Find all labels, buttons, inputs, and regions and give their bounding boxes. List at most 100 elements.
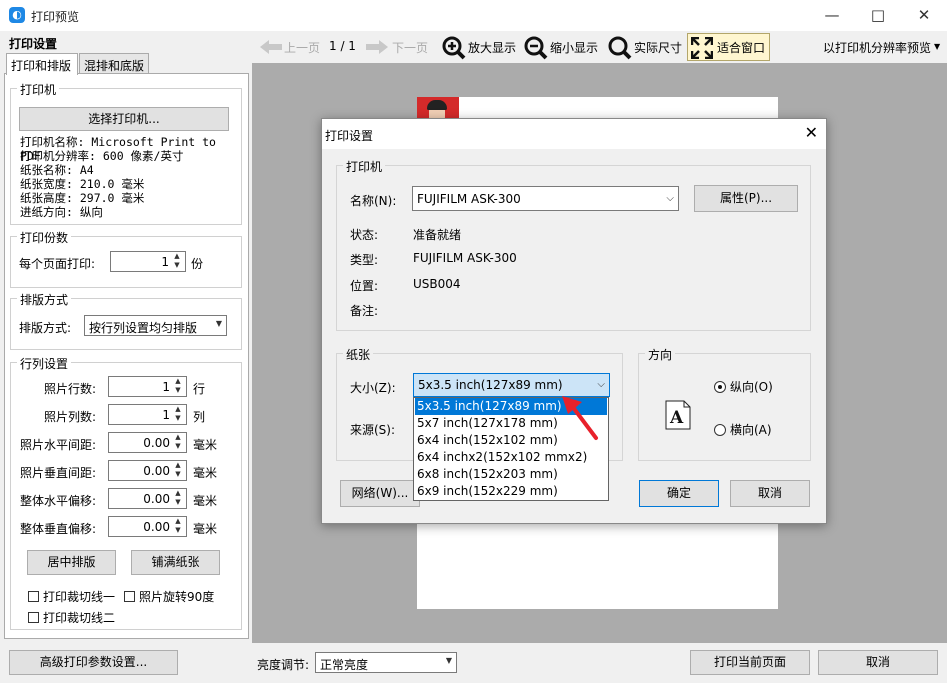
- tab-mix-base[interactable]: 混排和底版: [79, 53, 149, 74]
- next-page-button[interactable]: 下一页: [392, 39, 428, 56]
- title-bar: ◐ 打印预览 — □ ✕: [0, 0, 947, 31]
- printer-name-select[interactable]: FUJIFILM ASK-300 ⌵: [412, 186, 679, 211]
- spinner-arrows-icon[interactable]: ▲ ▼: [171, 252, 183, 270]
- chevron-down-icon: ⌵: [666, 193, 674, 204]
- dialog-cancel-button[interactable]: 取消: [730, 480, 810, 507]
- portrait-radio[interactable]: 纵向(O): [714, 378, 773, 395]
- brightness-label: 亮度调节:: [257, 658, 310, 672]
- arrow-right-icon[interactable]: [366, 40, 388, 54]
- select-printer-button[interactable]: 选择打印机...: [19, 107, 229, 131]
- source-label: 来源(S):: [350, 423, 396, 437]
- type-label: 类型:: [350, 253, 379, 267]
- paper-size-option[interactable]: 6x8 inch(152x203 mm): [415, 466, 607, 483]
- comment-label: 备注:: [350, 304, 379, 318]
- v-spacing-label: 照片垂直间距:: [20, 466, 97, 480]
- minimize-icon[interactable]: —: [809, 0, 855, 31]
- v-offset-spinner[interactable]: 0.00 ▲ ▼: [108, 516, 187, 537]
- layout-group-title: 排版方式: [17, 291, 72, 308]
- v-offset-label: 整体垂直偏移:: [20, 522, 97, 536]
- cancel-button[interactable]: 取消: [818, 650, 938, 675]
- feed-direction-line: 进纸方向: 纵向: [20, 205, 103, 219]
- brightness-value: 正常亮度: [320, 658, 369, 672]
- h-spacing-label: 照片水平间距:: [20, 438, 97, 452]
- close-icon[interactable]: ✕: [901, 0, 947, 31]
- ok-button[interactable]: 确定: [639, 480, 719, 507]
- page-indicator: 1 / 1: [329, 39, 356, 53]
- copies-group-title: 打印份数: [17, 229, 72, 246]
- printer-resolution-line: 打印机分辨率: 600 像素/英寸: [20, 149, 184, 163]
- landscape-label: 横向(A): [730, 423, 772, 437]
- spinner-arrows-icon[interactable]: ▲ ▼: [172, 461, 184, 479]
- v-spacing-value: 0.00: [143, 464, 170, 478]
- dialog-title: 打印设置: [325, 129, 374, 143]
- tab-print-layout[interactable]: 打印和排版: [6, 53, 78, 75]
- magnifier-icon[interactable]: [608, 36, 632, 60]
- layout-select[interactable]: 按行列设置均匀排版 ▼: [84, 315, 227, 336]
- network-button[interactable]: 网络(W)...: [340, 480, 420, 507]
- rotate-90-checkbox[interactable]: 照片旋转90度: [124, 588, 214, 605]
- rows-unit: 行: [193, 382, 206, 396]
- advanced-settings-button[interactable]: 高级打印参数设置...: [9, 650, 178, 675]
- copies-unit: 份: [191, 257, 204, 271]
- spinner-arrows-icon[interactable]: ▲ ▼: [172, 517, 184, 535]
- layout-group: 排版方式 排版方式: 按行列设置均匀排版 ▼: [10, 291, 242, 350]
- settings-panel: 打印设置 打印和排版 混排和底版 打印机 选择打印机... 打印机名称: Mic…: [0, 31, 252, 643]
- chevron-down-icon[interactable]: ▼: [934, 42, 940, 51]
- h-spacing-spinner[interactable]: 0.00 ▲ ▼: [108, 432, 187, 453]
- layout-label: 排版方式:: [19, 321, 72, 335]
- fit-window-icon: [691, 37, 713, 59]
- h-offset-unit: 毫米: [193, 494, 218, 508]
- close-icon[interactable]: ✕: [805, 123, 818, 142]
- spinner-arrows-icon[interactable]: ▲ ▼: [172, 433, 184, 451]
- brightness-select[interactable]: 正常亮度 ▼: [315, 652, 457, 673]
- printer-group-title: 打印机: [17, 81, 60, 98]
- paper-group-title: 纸张: [343, 346, 374, 363]
- radio-unchecked-icon: [714, 424, 726, 436]
- spinner-arrows-icon[interactable]: ▲ ▼: [172, 489, 184, 507]
- h-offset-spinner[interactable]: 0.00 ▲ ▼: [108, 488, 187, 509]
- h-spacing-value: 0.00: [143, 436, 170, 450]
- cols-value: 1: [162, 408, 170, 422]
- center-layout-button[interactable]: 居中排版: [27, 550, 116, 575]
- paper-size-option[interactable]: 6x9 inch(152x229 mm): [415, 483, 607, 500]
- zoom-in-button[interactable]: 放大显示: [468, 39, 516, 56]
- fill-paper-button[interactable]: 铺满纸张: [131, 550, 220, 575]
- rows-spinner[interactable]: 1 ▲ ▼: [108, 376, 187, 397]
- h-spacing-unit: 毫米: [193, 438, 218, 452]
- cut-line-2-checkbox[interactable]: 打印裁切线二: [28, 609, 115, 626]
- zoom-out-icon[interactable]: [524, 36, 548, 60]
- landscape-radio[interactable]: 横向(A): [714, 421, 772, 438]
- orientation-group-title: 方向: [645, 346, 676, 363]
- type-value: FUJIFILM ASK-300: [413, 251, 517, 265]
- rows-label: 照片行数:: [44, 382, 97, 396]
- v-offset-value: 0.00: [143, 520, 170, 534]
- zoom-out-button[interactable]: 缩小显示: [550, 39, 598, 56]
- v-spacing-unit: 毫米: [193, 466, 218, 480]
- actual-size-button[interactable]: 实际尺寸: [634, 39, 682, 56]
- status-value: 准备就绪: [413, 228, 462, 242]
- paper-size-option[interactable]: 6x4 inchx2(152x102 mmx2): [415, 449, 607, 466]
- spinner-arrows-icon[interactable]: ▲ ▼: [172, 405, 184, 423]
- h-offset-value: 0.00: [143, 492, 170, 506]
- cut-line-1-label: 打印裁切线一: [43, 590, 116, 604]
- arrow-left-icon[interactable]: [260, 40, 282, 54]
- v-offset-unit: 毫米: [193, 522, 218, 536]
- properties-button[interactable]: 属性(P)...: [694, 185, 798, 212]
- cols-spinner[interactable]: 1 ▲ ▼: [108, 404, 187, 425]
- zoom-in-icon[interactable]: [442, 36, 466, 60]
- print-current-page-button[interactable]: 打印当前页面: [690, 650, 810, 675]
- copies-spinner[interactable]: 1 ▲ ▼: [110, 251, 186, 272]
- maximize-icon[interactable]: □: [855, 0, 901, 31]
- v-spacing-spinner[interactable]: 0.00 ▲ ▼: [108, 460, 187, 481]
- where-value: USB004: [413, 277, 461, 291]
- cut-line-1-checkbox[interactable]: 打印裁切线一: [28, 588, 115, 605]
- spinner-arrows-icon[interactable]: ▲ ▼: [172, 377, 184, 395]
- chevron-down-icon: ⌵: [597, 379, 605, 390]
- preview-mode-select[interactable]: 以打印机分辨率预览: [823, 39, 931, 56]
- prev-page-button[interactable]: 上一页: [284, 39, 320, 56]
- rows-value: 1: [162, 380, 170, 394]
- copies-group: 打印份数 每个页面打印: 1 ▲ ▼ 份: [10, 229, 242, 288]
- copies-label: 每个页面打印:: [19, 257, 96, 271]
- rotate-90-label: 照片旋转90度: [139, 590, 215, 604]
- dialog-printer-group-title: 打印机: [343, 158, 386, 175]
